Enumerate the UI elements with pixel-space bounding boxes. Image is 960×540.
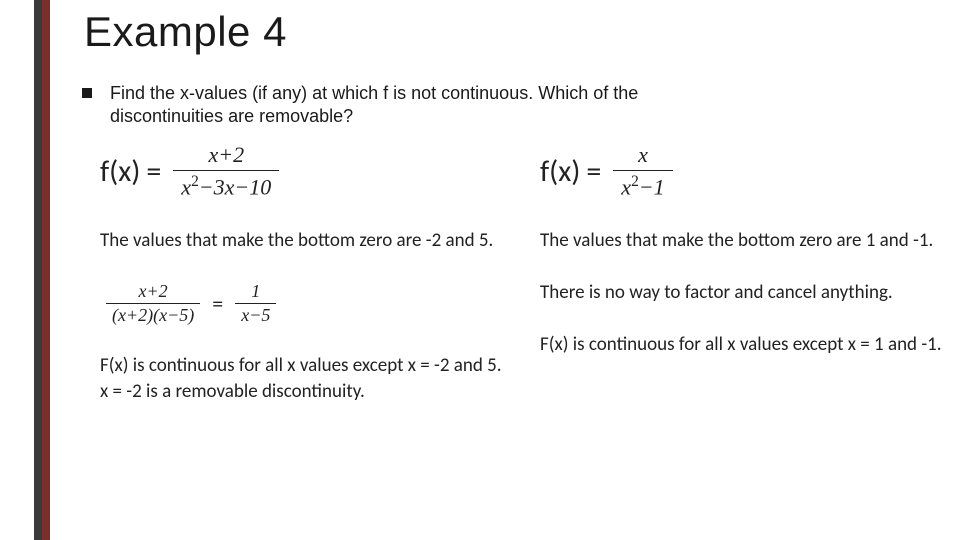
bullet-row: Find the x-values (if any) at which f is…	[82, 82, 722, 129]
accent-stripe-dark	[34, 0, 42, 540]
bullet-text: Find the x-values (if any) at which f is…	[110, 82, 722, 129]
den-rest: −1	[639, 174, 665, 199]
left-column: f(x) = x+2 x2−3x−10 The values that make…	[100, 140, 520, 430]
right-nofactor: There is no way to factor and cancel any…	[540, 280, 960, 306]
left-zeros-text: The values that make the bottom zero are…	[100, 228, 520, 254]
accent-stripe-red	[42, 0, 50, 540]
left-concl-line1: F(x) is continuous for all x values exce…	[100, 353, 520, 379]
left-simplify: x+2 (x+2)(x−5) = 1 x−5	[100, 280, 520, 327]
bullet-icon	[82, 88, 92, 98]
left-frac1-den: x2−3x−10	[173, 171, 279, 202]
left-function-def: f(x) = x+2 x2−3x−10	[100, 140, 520, 202]
right-frac1-num: x	[613, 140, 672, 171]
equals-sign: =	[586, 153, 601, 190]
equals-sign: =	[146, 153, 161, 190]
den-var: x	[181, 174, 191, 199]
left-frac1-num: x+2	[173, 140, 279, 171]
den-rest: −3x−10	[199, 174, 271, 199]
right-function-def: f(x) = x x2−1	[540, 140, 960, 202]
left-frac3-num: 1	[235, 280, 276, 304]
left-conclusion: F(x) is continuous for all x values exce…	[100, 353, 520, 404]
slide-title: Example 4	[84, 8, 287, 56]
fx-label: f(x)	[540, 153, 580, 190]
right-frac1-den: x2−1	[613, 171, 672, 202]
fx-label: f(x)	[100, 153, 140, 190]
right-conclusion: F(x) is continuous for all x values exce…	[540, 332, 960, 358]
den-var: x	[621, 174, 631, 199]
right-zeros-text: The values that make the bottom zero are…	[540, 228, 960, 254]
right-column: f(x) = x x2−1 The values that make the b…	[540, 140, 960, 383]
left-frac2-den: (x+2)(x−5)	[106, 304, 200, 327]
equals-sign: =	[212, 290, 223, 317]
slide: Example 4 Find the x-values (if any) at …	[0, 0, 960, 540]
left-frac2-num: x+2	[106, 280, 200, 304]
left-frac3-den: x−5	[235, 304, 276, 327]
left-concl-line2: x = -2 is a removable discontinuity.	[100, 379, 520, 405]
